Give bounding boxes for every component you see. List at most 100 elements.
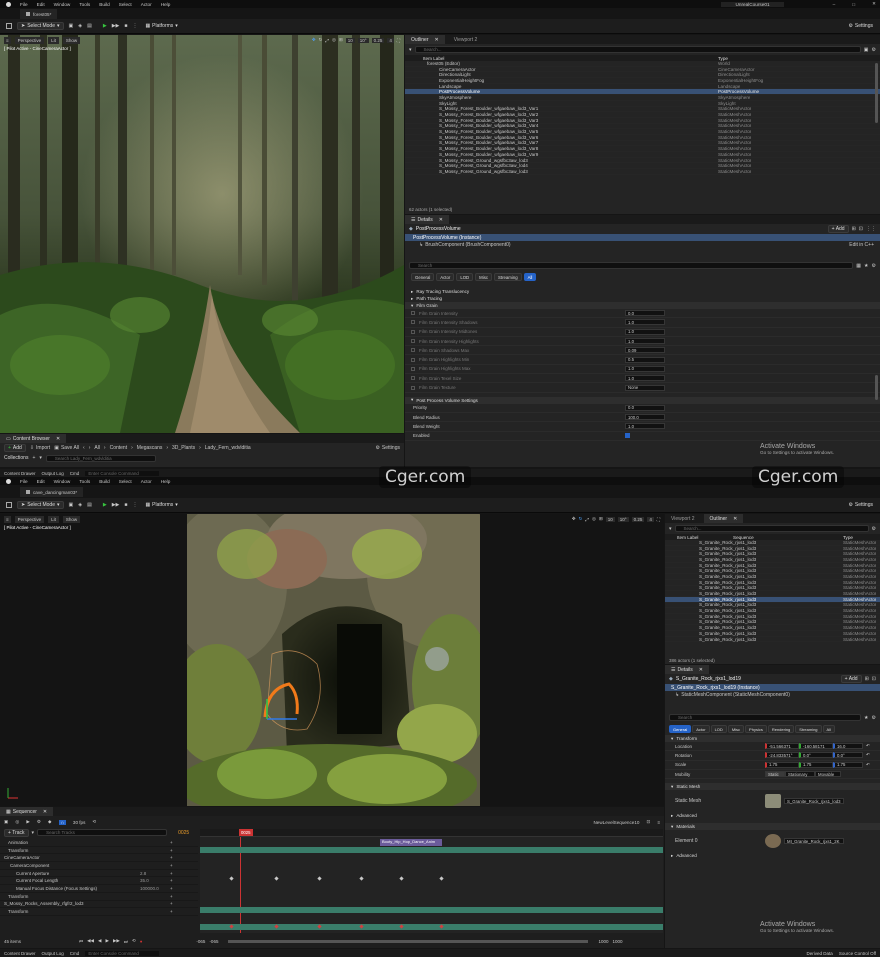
outliner-row[interactable]: S_Granite_Rock_rjxs1_lod3 StaticMeshActor: [665, 637, 880, 643]
world-icon[interactable]: ◎: [332, 37, 336, 43]
col-sequence[interactable]: Sequence: [733, 535, 843, 540]
filter-icon[interactable]: ▾: [32, 830, 35, 836]
viewport-menu-icon[interactable]: ≡: [4, 516, 11, 523]
sequence-lock-icon[interactable]: ⊡: [646, 819, 650, 825]
content-drawer-button[interactable]: Content Drawer: [4, 951, 36, 956]
top-viewport[interactable]: ≡ Perspective Lit Show [ Pilot Active - …: [0, 35, 404, 433]
translate-icon[interactable]: ✥: [572, 516, 576, 522]
content-search-input[interactable]: Search Lady_Fern_wdvlditia: [45, 454, 156, 462]
checkbox[interactable]: [411, 320, 415, 325]
top-level-tab[interactable]: forest05*: [20, 9, 58, 19]
filter-all[interactable]: All: [523, 273, 537, 281]
property-value[interactable]: 1.0: [625, 338, 665, 345]
blueprint-icon[interactable]: ⊞: [852, 226, 856, 232]
details-tab[interactable]: ☰ Details ✕: [405, 215, 449, 224]
material-thumbnail-icon[interactable]: [765, 834, 781, 849]
mesh-thumbnail-icon[interactable]: [765, 794, 781, 809]
add-component-button[interactable]: + Add: [840, 675, 862, 683]
property-value[interactable]: 1.0: [625, 375, 665, 382]
viewport2-tab[interactable]: Viewport 2: [447, 35, 484, 44]
sequencer-track[interactable]: Transform +: [0, 908, 198, 916]
menu-help[interactable]: Help: [161, 2, 171, 7]
menu-select[interactable]: Select: [119, 479, 132, 484]
scale-z-field[interactable]: 1.75: [833, 761, 863, 768]
reset-icon[interactable]: ↶: [866, 762, 870, 768]
angle-snap-value[interactable]: 10°: [357, 37, 369, 43]
select-mode-button[interactable]: ➤ Select Mode ▾: [17, 501, 64, 509]
translate-icon[interactable]: ✥: [312, 37, 316, 43]
checkbox[interactable]: [411, 366, 415, 371]
transform-track-bar[interactable]: [200, 924, 663, 930]
rotate-icon[interactable]: ↻: [319, 37, 323, 43]
add-key-icon[interactable]: +: [170, 886, 173, 891]
back-icon[interactable]: ‹: [83, 445, 85, 451]
location-z-field[interactable]: 16.0: [833, 743, 863, 750]
filter-physics[interactable]: Physics: [745, 725, 767, 733]
minimize-icon[interactable]: –: [833, 2, 836, 7]
record-icon[interactable]: ●: [140, 939, 143, 944]
reset-icon[interactable]: ↶: [866, 752, 870, 758]
property-value[interactable]: 1.0: [625, 328, 665, 335]
property-value[interactable]: 1.0: [625, 319, 665, 326]
menu-window[interactable]: Window: [54, 479, 71, 484]
outliner-search-input[interactable]: Search...: [674, 525, 869, 532]
perspective-button[interactable]: Perspective: [14, 516, 45, 523]
derived-data-button[interactable]: Derived Data: [807, 951, 833, 956]
animation-track-bar[interactable]: [200, 847, 663, 853]
track-value[interactable]: 35.0: [140, 878, 170, 883]
filter-icon[interactable]: ▾: [39, 455, 42, 461]
show-button[interactable]: Show: [62, 37, 81, 44]
breadcrumb-item[interactable]: All: [94, 445, 100, 451]
menu-build[interactable]: Build: [99, 2, 109, 7]
show-button[interactable]: Show: [62, 516, 81, 523]
add-key-icon[interactable]: +: [170, 863, 173, 868]
add-component-button[interactable]: + Add: [827, 225, 849, 233]
add-content-icon[interactable]: ▣: [69, 502, 74, 508]
lit-button[interactable]: Lit: [48, 37, 59, 44]
favorites-icon[interactable]: ★: [864, 263, 868, 269]
outliner-tab[interactable]: Outliner ✕: [703, 514, 744, 523]
add-track-button[interactable]: + Track: [4, 828, 29, 837]
checkbox[interactable]: [411, 329, 415, 334]
collections-toggle[interactable]: Collections: [4, 455, 28, 461]
checkbox[interactable]: [411, 339, 415, 344]
add-key-icon[interactable]: +: [170, 894, 173, 899]
playback-options-icon[interactable]: ⚙: [37, 819, 41, 825]
lock-icon[interactable]: ⊡: [859, 226, 863, 232]
lock-icon[interactable]: ⊡: [872, 676, 876, 682]
cmd-dropdown[interactable]: Cmd: [70, 471, 80, 476]
location-label[interactable]: Location: [675, 744, 765, 749]
close-icon[interactable]: ✕: [435, 37, 439, 43]
location-x-field[interactable]: -51.566371: [765, 743, 799, 750]
section-materials[interactable]: ▾ Materials: [665, 823, 880, 831]
close-icon[interactable]: ✕: [699, 667, 703, 673]
sequence-menu-icon[interactable]: ≡: [657, 820, 660, 825]
keyframe[interactable]: [359, 876, 364, 881]
section-advanced2[interactable]: ▸ Advanced: [665, 852, 880, 859]
keyframe[interactable]: [439, 876, 444, 881]
sequence-name[interactable]: NewLevelSequence10: [593, 820, 639, 825]
add-key-icon[interactable]: +: [170, 909, 173, 914]
details-scrollbar[interactable]: [875, 375, 878, 400]
content-browser-tab[interactable]: ▭ Content Browser ✕: [0, 434, 67, 443]
menu-edit[interactable]: Edit: [37, 2, 45, 7]
filter-all[interactable]: All: [822, 725, 835, 733]
close-icon[interactable]: ✕: [733, 516, 737, 522]
rotation-x-field[interactable]: -24.833571°: [765, 752, 799, 759]
mobility-static[interactable]: Static: [765, 771, 785, 778]
breadcrumb-item[interactable]: Megascans: [137, 445, 163, 451]
details-tab[interactable]: ☰ Details ✕: [665, 665, 709, 674]
property-value[interactable]: 1.0: [625, 365, 665, 372]
menu-select[interactable]: Select: [119, 2, 132, 7]
filter-misc[interactable]: Misc: [727, 725, 745, 733]
sequencer-timeline[interactable]: 0025 Booty_Hip_Hop_Dance_Anim: [200, 829, 663, 933]
sequencer-tab[interactable]: ▦ Sequencer ✕: [0, 807, 54, 816]
blueprint-icon[interactable]: ◈: [78, 23, 82, 29]
maximize-viewport-icon[interactable]: ⛶: [657, 517, 660, 522]
sequencer-track[interactable]: Transform +: [0, 893, 198, 901]
viewport-menu-icon[interactable]: ≡: [4, 37, 11, 44]
surface-snap-icon[interactable]: ⊞: [599, 516, 603, 522]
col-item-label[interactable]: Item Label: [665, 535, 733, 540]
unreal-logo-icon[interactable]: [6, 1, 11, 7]
location-y-field[interactable]: -160.58171: [799, 743, 833, 750]
